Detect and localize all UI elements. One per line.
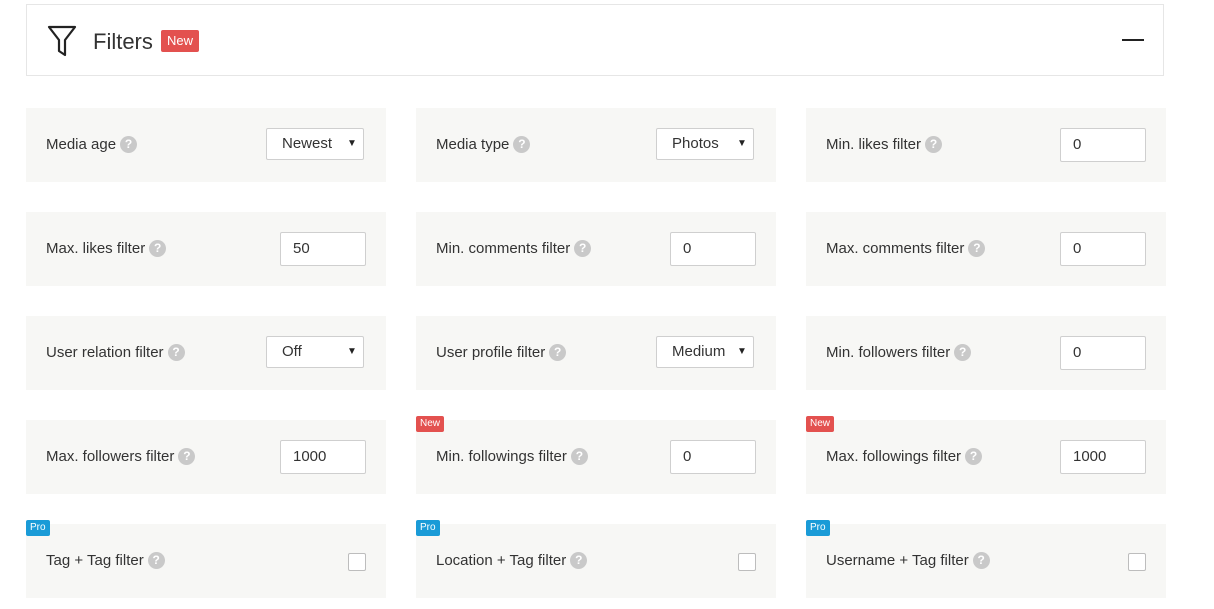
help-icon[interactable]: ? <box>965 448 983 465</box>
help-icon[interactable]: ? <box>968 240 986 257</box>
media-type-label: Media type? <box>436 136 531 154</box>
help-icon[interactable]: ? <box>954 344 972 361</box>
tag-tag-card: Pro Tag + Tag filter? <box>26 520 386 598</box>
help-icon[interactable]: ? <box>972 552 990 569</box>
help-icon[interactable]: ? <box>925 136 943 153</box>
dropdown-caret-icon: ▼ <box>736 337 748 367</box>
media-age-card: Media age? Newest ▼ <box>26 108 386 182</box>
new-badge: New <box>416 416 445 432</box>
max-followers-label: Max. followers filter? <box>46 448 196 466</box>
max-followings-label: Max. followings filter? <box>826 448 983 466</box>
user-profile-label: User profile filter? <box>436 344 567 362</box>
help-icon[interactable]: ? <box>147 552 165 569</box>
panel-title: Filters <box>93 29 153 54</box>
collapse-minus-icon[interactable] <box>1122 39 1144 41</box>
help-icon[interactable]: ? <box>120 136 138 153</box>
location-tag-card: Pro Location + Tag filter? <box>416 520 776 598</box>
max-followings-card: New Max. followings filter? 1000 <box>806 416 1166 494</box>
min-comments-input[interactable]: 0 <box>670 232 756 266</box>
max-followings-input[interactable]: 1000 <box>1060 440 1146 474</box>
media-type-card: Media type? Photos ▼ <box>416 108 776 182</box>
min-likes-card: Min. likes filter? 0 <box>806 108 1166 182</box>
user-relation-select[interactable]: Off ▼ <box>266 336 364 368</box>
help-icon[interactable]: ? <box>574 240 592 257</box>
location-tag-label: Location + Tag filter? <box>436 552 588 570</box>
help-icon[interactable]: ? <box>570 448 588 465</box>
help-icon[interactable]: ? <box>167 344 185 361</box>
min-followers-input[interactable]: 0 <box>1060 336 1146 370</box>
filters-panel-header: Filters New <box>26 4 1164 76</box>
user-relation-label: User relation filter? <box>46 344 185 362</box>
username-tag-label: Username + Tag filter? <box>826 552 990 570</box>
location-tag-checkbox[interactable] <box>738 553 756 571</box>
dropdown-caret-icon: ▼ <box>736 129 748 159</box>
tag-tag-checkbox[interactable] <box>348 553 366 571</box>
pro-badge: Pro <box>806 520 830 536</box>
max-followers-card: Max. followers filter? 1000 <box>26 420 386 494</box>
user-profile-select[interactable]: Medium ▼ <box>656 336 754 368</box>
media-type-select[interactable]: Photos ▼ <box>656 128 754 160</box>
help-icon[interactable]: ? <box>513 136 531 153</box>
min-comments-label: Min. comments filter? <box>436 240 592 258</box>
min-followings-input[interactable]: 0 <box>670 440 756 474</box>
dropdown-caret-icon: ▼ <box>346 129 358 159</box>
help-icon[interactable]: ? <box>178 448 196 465</box>
help-icon[interactable]: ? <box>570 552 588 569</box>
min-followings-label: Min. followings filter? <box>436 448 588 466</box>
filter-funnel-icon <box>47 25 77 57</box>
max-comments-input[interactable]: 0 <box>1060 232 1146 266</box>
min-followings-card: New Min. followings filter? 0 <box>416 416 776 494</box>
media-age-label: Media age? <box>46 136 138 154</box>
max-likes-label: Max. likes filter? <box>46 240 167 258</box>
min-followers-label: Min. followers filter? <box>826 344 972 362</box>
min-likes-input[interactable]: 0 <box>1060 128 1146 162</box>
min-comments-card: Min. comments filter? 0 <box>416 212 776 286</box>
min-followers-card: Min. followers filter? 0 <box>806 316 1166 390</box>
help-icon[interactable]: ? <box>549 344 567 361</box>
max-comments-card: Max. comments filter? 0 <box>806 212 1166 286</box>
max-likes-input[interactable]: 50 <box>280 232 366 266</box>
tag-tag-label: Tag + Tag filter? <box>46 552 165 570</box>
user-profile-card: User profile filter? Medium ▼ <box>416 316 776 390</box>
help-icon[interactable]: ? <box>149 240 167 257</box>
username-tag-checkbox[interactable] <box>1128 553 1146 571</box>
dropdown-caret-icon: ▼ <box>346 337 358 367</box>
min-likes-label: Min. likes filter? <box>826 136 943 154</box>
media-age-select[interactable]: Newest ▼ <box>266 128 364 160</box>
pro-badge: Pro <box>26 520 50 536</box>
new-badge: New <box>806 416 835 432</box>
max-likes-card: Max. likes filter? 50 <box>26 212 386 286</box>
max-comments-label: Max. comments filter? <box>826 240 986 258</box>
user-relation-card: User relation filter? Off ▼ <box>26 316 386 390</box>
pro-badge: Pro <box>416 520 440 536</box>
new-badge: New <box>161 30 200 52</box>
username-tag-card: Pro Username + Tag filter? <box>806 520 1166 598</box>
max-followers-input[interactable]: 1000 <box>280 440 366 474</box>
